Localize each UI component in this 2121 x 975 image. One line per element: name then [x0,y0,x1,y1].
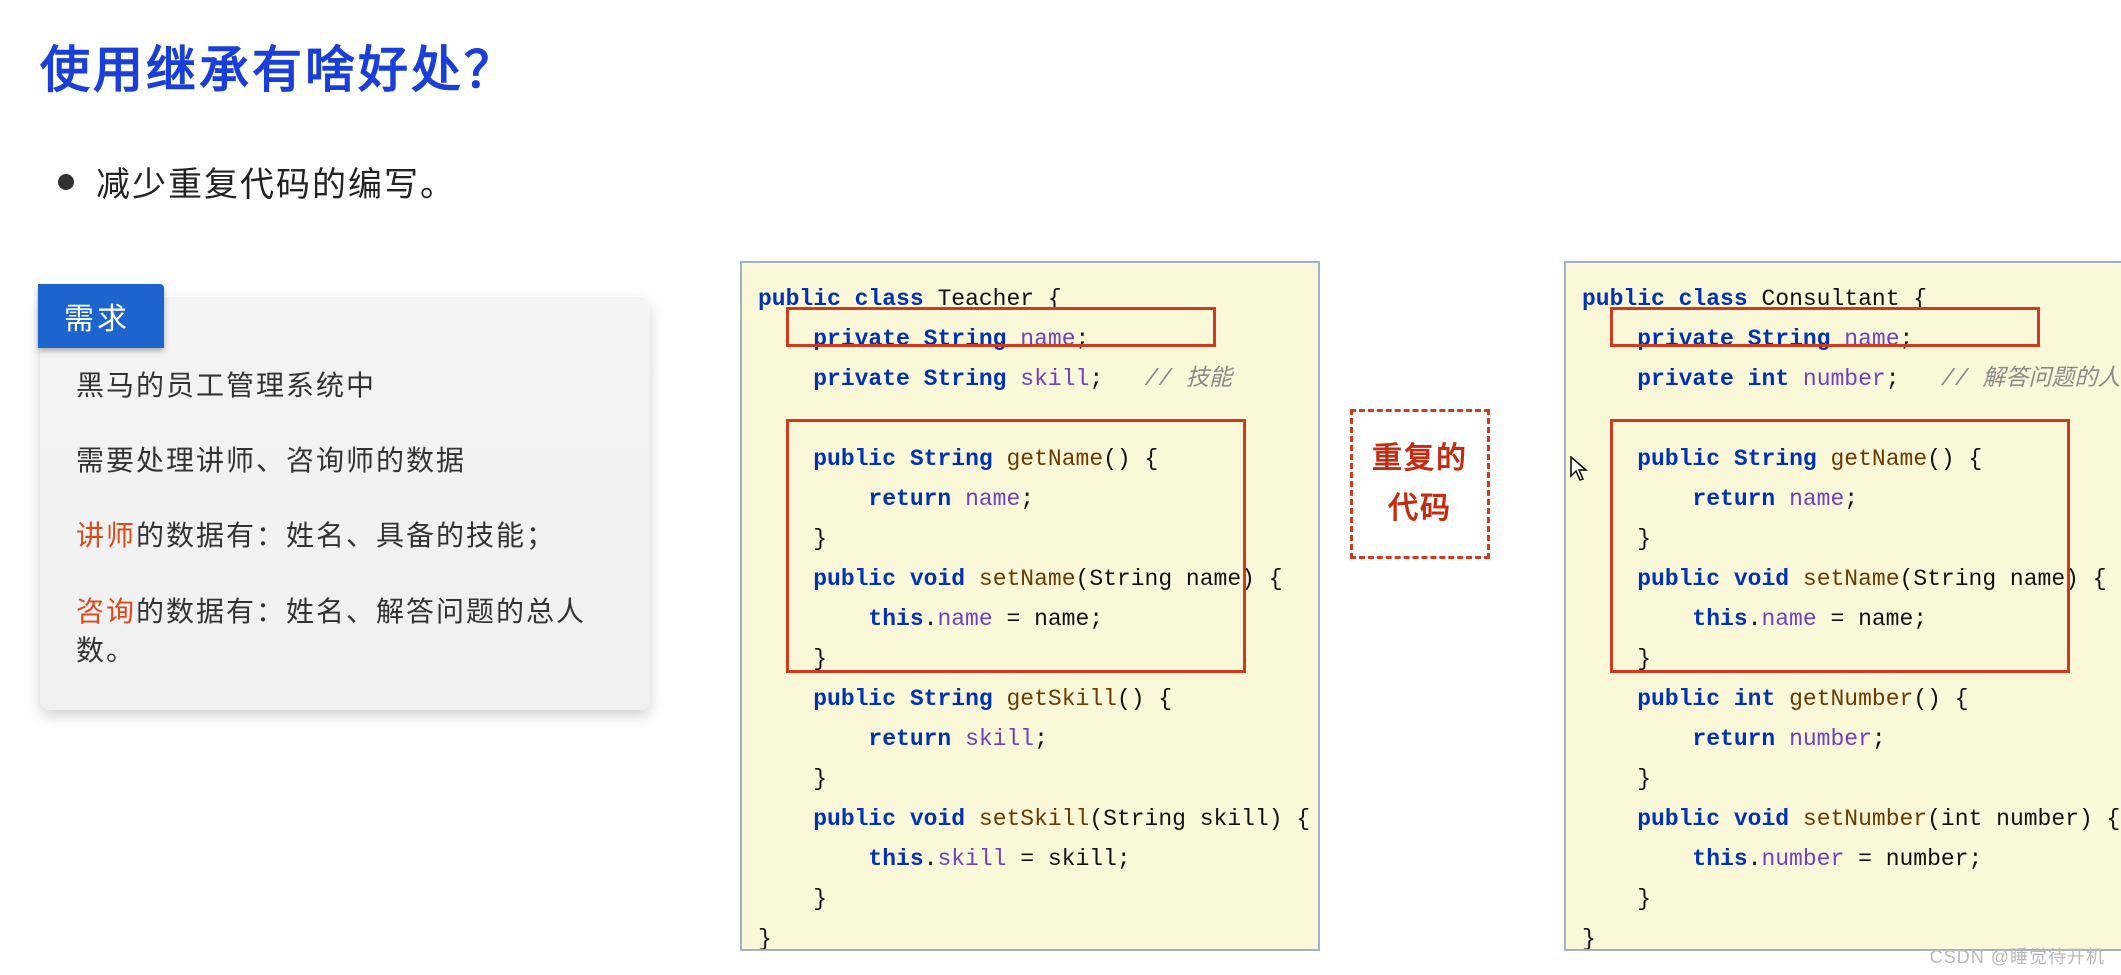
c-l15: this.number = number; [1582,839,2121,879]
req-line-4-emph: 咨询 [76,596,136,627]
bullet-text: 减少重复代码的编写。 [96,157,456,206]
c-l12: return number; [1582,719,2121,759]
req-line-1: 黑马的员工管理系统中 [76,366,614,405]
c-l4 [1582,399,2121,439]
c-l6: return name; [1582,479,2121,519]
code-box-teacher: public class Teacher { private String na… [740,261,1320,951]
req-line-3-emph: 讲师 [76,520,136,551]
t-l4 [758,399,1302,439]
dup-line-1: 重复的 [1367,434,1473,484]
bullet-row: 减少重复代码的编写。 [58,157,2081,206]
c-l8: public void setName(String name) { [1582,559,2121,599]
t-l6: return name; [758,479,1302,519]
requirements-card: 需求 黑马的员工管理系统中 需要处理讲师、咨询师的数据 讲师的数据有：姓名、具备… [40,296,650,710]
t-l11: public String getSkill() { [758,679,1302,719]
ribbon: 需求 [38,284,164,348]
t-l13: } [758,759,1302,799]
content-area: 需求 黑马的员工管理系统中 需要处理讲师、咨询师的数据 讲师的数据有：姓名、具备… [40,261,2081,961]
bullet-icon [58,174,74,190]
c-l11: public int getNumber() { [1582,679,2121,719]
c-l7: } [1582,519,2121,559]
slide-root: { "title": "使用继承有啥好处？", "bullet": "减少重复代… [0,0,2121,975]
c-l3: private int number; // 解答问题的人数 [1582,359,2121,399]
req-line-3: 讲师的数据有：姓名、具备的技能； [76,516,614,555]
c-l1: public class Consultant { [1582,279,2121,319]
t-l16: } [758,879,1302,919]
t-l3: private String skill; // 技能 [758,359,1302,399]
req-line-4: 咨询的数据有：姓名、解答问题的总人数。 [76,592,614,670]
duplicate-code-label: 重复的 代码 [1350,409,1490,559]
dup-line-2: 代码 [1367,484,1473,534]
t-l15: this.skill = skill; [758,839,1302,879]
t-l12: return skill; [758,719,1302,759]
c-l16: } [1582,879,2121,919]
c-l9: this.name = name; [1582,599,2121,639]
t-l9: this.name = name; [758,599,1302,639]
page-title: 使用继承有啥好处？ [40,30,2081,102]
c-l5: public String getName() { [1582,439,2121,479]
duplicate-code-label-box: 重复的 代码 [1350,409,1490,559]
t-l17: } [758,919,1302,951]
cursor-icon [1570,456,1590,488]
t-l1: public class Teacher { [758,279,1302,319]
req-line-4-rest: 的数据有：姓名、解答问题的总人数。 [76,596,586,666]
watermark: CSDN @睡觉待开机 [1930,943,2105,969]
t-l7: } [758,519,1302,559]
c-l10: } [1582,639,2121,679]
ribbon-label: 需求 [38,284,164,348]
req-line-3-rest: 的数据有：姓名、具备的技能； [136,520,556,551]
t-l10: } [758,639,1302,679]
c-l2: private String name; [1582,319,2121,359]
t-l2: private String name; [758,319,1302,359]
c-l14: public void setNumber(int number) { [1582,799,2121,839]
t-l14: public void setSkill(String skill) { [758,799,1302,839]
t-l5: public String getName() { [758,439,1302,479]
req-line-2: 需要处理讲师、咨询师的数据 [76,441,614,480]
c-l13: } [1582,759,2121,799]
t-l8: public void setName(String name) { [758,559,1302,599]
code-box-consultant: public class Consultant { private String… [1564,261,2121,951]
